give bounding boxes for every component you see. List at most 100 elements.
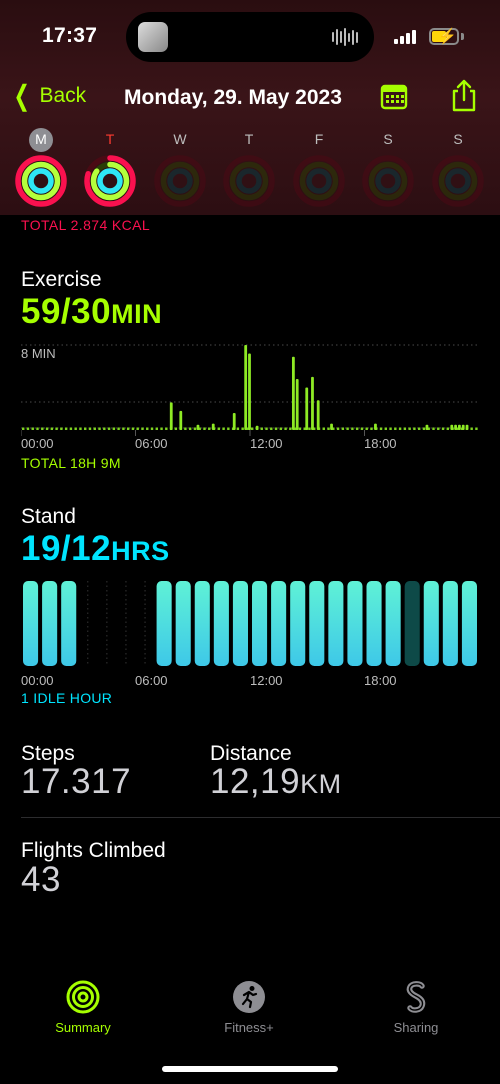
battery-cap bbox=[461, 33, 464, 40]
exercise-baseline-bar bbox=[284, 427, 287, 430]
exercise-baseline-bar bbox=[188, 427, 192, 430]
exercise-value: 59/30MIN bbox=[21, 292, 162, 332]
running-figure-icon bbox=[233, 981, 265, 1013]
exercise-baseline-bar bbox=[289, 427, 292, 430]
exercise-baseline-bar bbox=[446, 427, 450, 430]
exercise-bar-15 bbox=[425, 424, 429, 430]
day-ring-1[interactable] bbox=[83, 154, 137, 208]
exercise-baseline-bar bbox=[203, 427, 206, 430]
page-title: Monday, 29. May 2023 bbox=[124, 86, 342, 109]
stand-bar-15 bbox=[309, 581, 325, 666]
exercise-bar-5 bbox=[244, 345, 248, 430]
tab-sharing-label: Sharing bbox=[393, 1020, 439, 1035]
day-ring-4[interactable] bbox=[292, 154, 346, 208]
exercise-bar-4 bbox=[232, 413, 236, 430]
stand-ring-progress bbox=[28, 168, 54, 194]
exercise-baseline-bar bbox=[150, 427, 154, 430]
exercise-bar-8 bbox=[291, 356, 295, 430]
exercise-x-label-0: 00:00 bbox=[21, 436, 54, 451]
tab-sharing[interactable]: Sharing bbox=[356, 980, 476, 1035]
exercise-baseline-bar bbox=[236, 427, 240, 430]
exercise-baseline-bar bbox=[136, 427, 139, 430]
exercise-baseline-bar bbox=[336, 427, 340, 430]
distance-value: 12,19KM bbox=[210, 762, 342, 802]
exercise-x-label-2: 12:00 bbox=[250, 436, 283, 451]
stand-bar-16 bbox=[328, 581, 344, 666]
tab-summary-label: Summary bbox=[55, 1020, 111, 1035]
exercise-x-label-1: 06:00 bbox=[135, 436, 168, 451]
exercise-baseline-bar bbox=[103, 427, 106, 430]
exercise-baseline-bar bbox=[322, 427, 325, 430]
exercise-baseline-bar bbox=[155, 427, 158, 430]
chevron-left-icon: ❮ bbox=[13, 80, 30, 111]
day-letter-2[interactable]: W bbox=[168, 128, 192, 152]
exercise-baseline-bar bbox=[260, 427, 263, 430]
stand-bar-17 bbox=[347, 581, 363, 666]
exercise-baseline-bar bbox=[341, 427, 345, 430]
exercise-baseline-bar bbox=[227, 427, 230, 430]
exercise-baseline-bar bbox=[422, 427, 426, 430]
exercise-baseline-bar bbox=[160, 427, 163, 430]
day-ring-0[interactable] bbox=[14, 154, 68, 208]
stand-x-label-1: 06:00 bbox=[135, 673, 168, 688]
exercise-baseline-bar bbox=[55, 427, 58, 430]
exercise-baseline-bar bbox=[165, 427, 168, 430]
cellular-signal-icon bbox=[394, 30, 416, 44]
exercise-baseline-bar bbox=[74, 427, 77, 430]
day-ring-5[interactable] bbox=[361, 154, 415, 208]
exercise-baseline-bar bbox=[470, 427, 473, 430]
exercise-baseline-bar bbox=[184, 427, 187, 430]
back-label: Back bbox=[39, 84, 87, 107]
day-letter-4[interactable]: F bbox=[307, 128, 331, 152]
dynamic-island[interactable] bbox=[126, 12, 374, 62]
exercise-chart bbox=[21, 344, 479, 436]
exercise-x-label-3: 18:00 bbox=[364, 436, 397, 451]
exercise-baseline-bar bbox=[60, 427, 63, 430]
exercise-bar-14 bbox=[374, 423, 377, 430]
day-letter-1[interactable]: T bbox=[98, 128, 122, 152]
day-letter-3[interactable]: T bbox=[237, 128, 261, 152]
exercise-bar-6 bbox=[248, 353, 251, 430]
stand-bar-18 bbox=[366, 581, 382, 666]
day-letter-0[interactable]: M bbox=[29, 128, 53, 152]
exercise-baseline-bar bbox=[41, 427, 44, 430]
week-selector: MTWTFSS bbox=[0, 128, 500, 218]
exercise-baseline-bar bbox=[217, 427, 221, 430]
exercise-baseline-bar bbox=[208, 427, 211, 430]
sharing-s-icon bbox=[406, 981, 426, 1013]
exercise-baseline-bar bbox=[93, 427, 96, 430]
exercise-baseline-bar bbox=[88, 427, 92, 430]
back-button[interactable]: ❮ Back bbox=[10, 80, 87, 111]
calendar-icon[interactable] bbox=[380, 82, 408, 110]
stand-bar-2 bbox=[61, 581, 77, 666]
stand-bar-8 bbox=[175, 581, 191, 666]
exercise-baseline-bar bbox=[50, 427, 54, 430]
tab-bar: Summary Fitness+ Sharing bbox=[0, 980, 500, 1050]
stand-x-label-0: 00:00 bbox=[21, 673, 54, 688]
exercise-baseline-bar bbox=[379, 427, 383, 430]
share-icon[interactable] bbox=[450, 78, 478, 112]
day-ring-2[interactable] bbox=[153, 154, 207, 208]
stand-bar-11 bbox=[232, 581, 248, 666]
exercise-max-label: 8 MIN bbox=[21, 346, 56, 361]
exercise-baseline-bar bbox=[265, 427, 268, 430]
exercise-baseline-bar bbox=[437, 427, 440, 430]
day-ring-3[interactable] bbox=[222, 154, 276, 208]
exercise-baseline-bar bbox=[389, 427, 392, 430]
stand-bar-7 bbox=[156, 581, 172, 666]
exercise-baseline-bar bbox=[222, 427, 225, 430]
day-ring-6[interactable] bbox=[431, 154, 485, 208]
stand-bar-21 bbox=[423, 581, 439, 666]
tab-summary[interactable]: Summary bbox=[23, 980, 143, 1035]
day-letter-5[interactable]: S bbox=[376, 128, 400, 152]
exercise-baseline-bar bbox=[45, 427, 49, 430]
home-indicator bbox=[162, 1066, 338, 1072]
activity-rings-icon bbox=[66, 980, 100, 1014]
exercise-baseline-bar bbox=[346, 427, 349, 430]
exercise-baseline-bar bbox=[26, 427, 30, 430]
tab-fitness-plus[interactable]: Fitness+ bbox=[189, 980, 309, 1035]
exercise-baseline-bar bbox=[398, 427, 402, 430]
day-letter-6[interactable]: S bbox=[446, 128, 470, 152]
exercise-bar-18 bbox=[458, 424, 461, 430]
distance-unit: KM bbox=[300, 769, 342, 799]
